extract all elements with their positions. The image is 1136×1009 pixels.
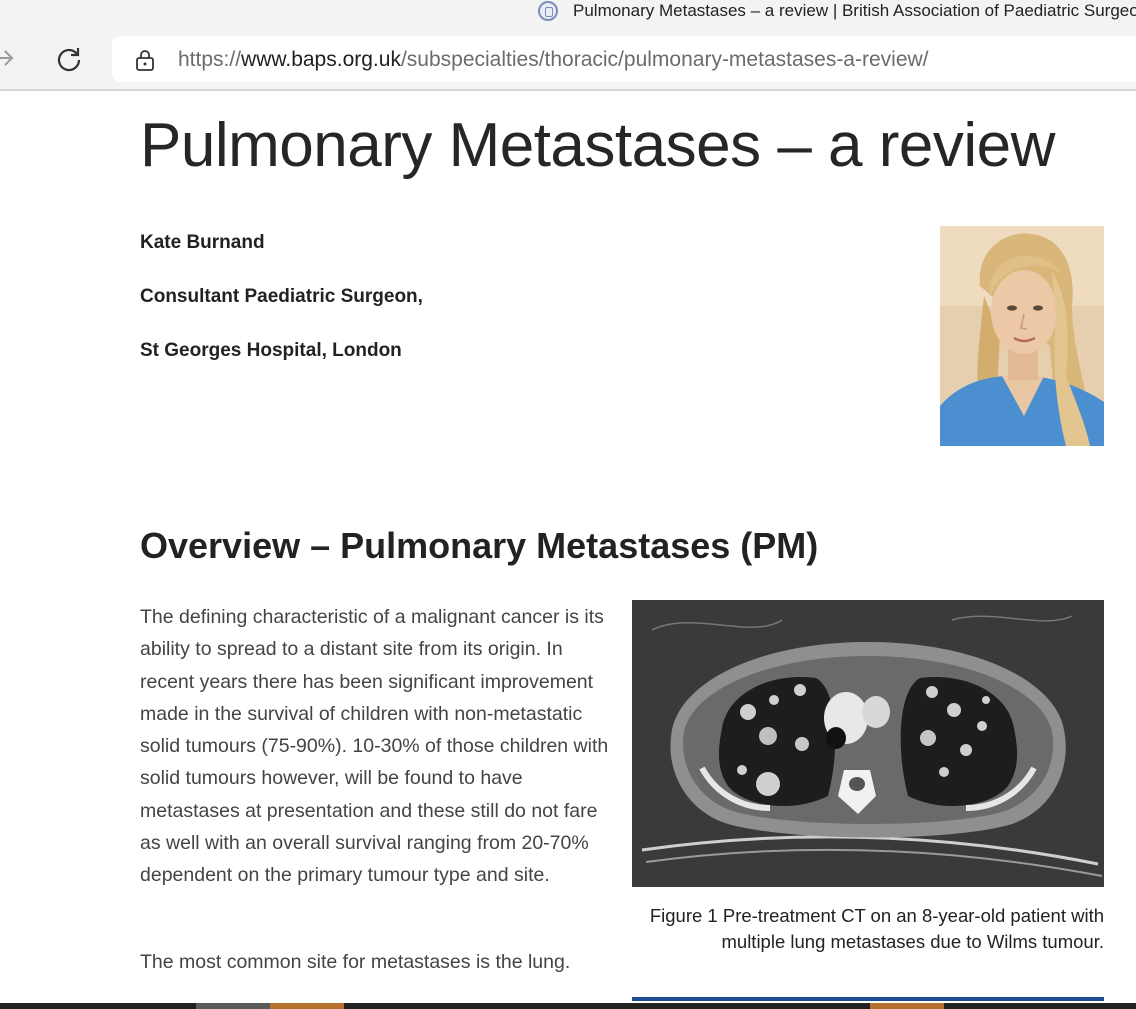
- tab-title[interactable]: Pulmonary Metastases – a review | Britis…: [573, 1, 1136, 21]
- figure-caption: Figure 1 Pre-treatment CT on an 8-year-o…: [649, 905, 1104, 952]
- address-bar[interactable]: https://www.baps.org.uk/subspecialties/t…: [112, 36, 1136, 82]
- footer-accent-orange-right: [870, 1003, 944, 1009]
- body-paragraph-1: The defining characteristic of a maligna…: [140, 606, 609, 887]
- footer-bar: [0, 1003, 1136, 1009]
- author-role: Consultant Paediatric Surgeon,: [140, 286, 423, 307]
- lock-icon[interactable]: [135, 49, 155, 71]
- page-title: Pulmonary Metastases – a review: [140, 111, 1055, 180]
- url-path: /subspecialties/thoracic/pulmonary-metas…: [400, 48, 929, 71]
- favicon-icon: [538, 1, 558, 21]
- body-paragraph-2: The most common site for metastases is t…: [140, 951, 571, 973]
- author-name: Kate Burnand: [140, 232, 265, 253]
- footer-accent-orange: [270, 1003, 344, 1009]
- url-host: www.baps.org.uk: [241, 48, 401, 71]
- url-scheme: https://: [178, 48, 242, 71]
- browser-titlebar: Pulmonary Metastases – a review | Britis…: [0, 0, 1136, 24]
- browser-toolbar: https://www.baps.org.uk/subspecialties/t…: [0, 24, 1136, 91]
- caption-divider: [632, 997, 1104, 1001]
- section-heading: Overview – Pulmonary Metastases (PM): [140, 525, 819, 566]
- forward-icon[interactable]: [0, 47, 16, 69]
- url-text[interactable]: https://www.baps.org.uk/subspecialties/t…: [178, 47, 929, 73]
- author-affiliation: St Georges Hospital, London: [140, 340, 402, 361]
- ct-scan-image: [632, 600, 1104, 887]
- reload-icon[interactable]: [56, 46, 82, 72]
- author-photo: [940, 226, 1104, 446]
- footer-accent-gray: [196, 1003, 270, 1009]
